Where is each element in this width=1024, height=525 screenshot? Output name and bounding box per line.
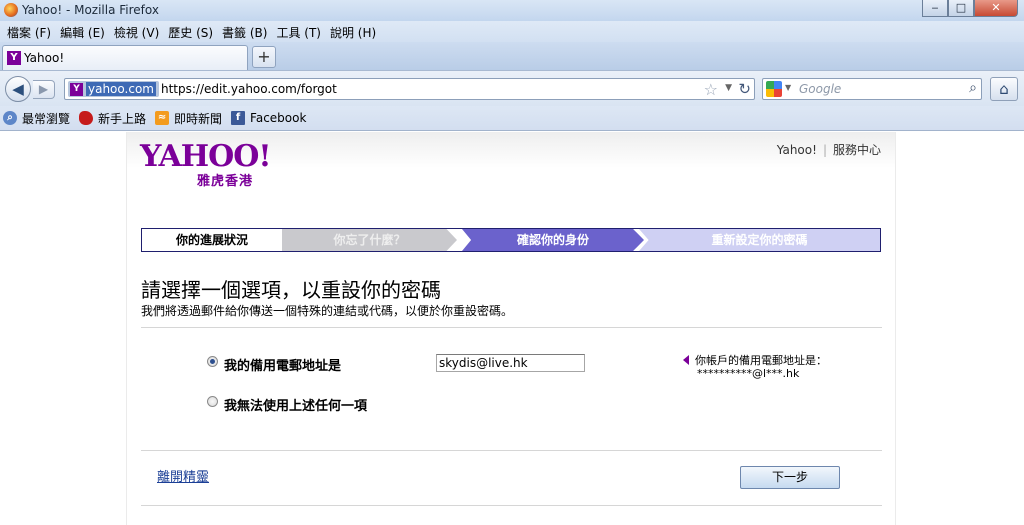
divider: [141, 505, 882, 506]
option-backup-email-label[interactable]: 我的備用電郵地址是: [224, 355, 341, 374]
menu-tools[interactable]: 工具 (T): [273, 21, 327, 42]
option-none-radio[interactable]: [207, 396, 218, 407]
maximize-button[interactable]: □: [948, 0, 974, 17]
window-title: Yahoo! - Mozilla Firefox: [22, 3, 159, 17]
google-engine-icon[interactable]: [766, 81, 782, 97]
back-button[interactable]: ◀: [5, 76, 31, 102]
progress-label: 你的進展狀況: [142, 229, 282, 251]
backup-email-field[interactable]: skydis@live.hk: [436, 354, 585, 372]
bookmark-label: 即時新聞: [174, 111, 223, 126]
new-tab-button[interactable]: +: [252, 46, 276, 68]
yahoo-site-icon: Y: [70, 82, 83, 96]
facebook-icon: f: [231, 111, 246, 125]
hint-title: 你帳戶的備用電郵地址是：: [695, 354, 827, 367]
window-title-bar: Yahoo! - Mozilla Firefox ‒ □ ✕: [0, 0, 1024, 21]
page-container: YAHOO! 雅虎香港 Yahoo! | 服務中心 你的進展狀況 你忘了什麼？ 確認…: [126, 132, 896, 525]
bookmarks-bar: ⌕ 最常瀏覽 新手上路 ≈ 即時新聞 f Facebook: [0, 106, 1024, 131]
menu-file[interactable]: 檔案 (F): [4, 21, 57, 42]
url-text[interactable]: https://edit.yahoo.com/forgot: [161, 82, 337, 96]
search-icon[interactable]: ⌕: [969, 80, 977, 96]
search-bar[interactable]: ▼ Google ⌕: [762, 78, 982, 100]
page-title: 請選擇一個選項，以重設你的密碼: [141, 278, 441, 302]
url-bar[interactable]: Y yahoo.com https://edit.yahoo.com/forgo…: [64, 78, 755, 100]
page-header: YAHOO! 雅虎香港 Yahoo! | 服務中心: [127, 132, 895, 192]
bookmark-label: 最常瀏覽: [22, 111, 71, 126]
divider: [141, 450, 882, 451]
home-button[interactable]: ⌂: [990, 77, 1018, 101]
search-input[interactable]: Google: [799, 82, 841, 96]
yahoo-logo[interactable]: YAHOO! 雅虎香港: [140, 139, 272, 190]
hint-masked-email: **********@l***.hk: [697, 367, 800, 380]
tab-yahoo[interactable]: Y Yahoo!: [2, 45, 248, 70]
menu-help[interactable]: 說明 (H): [327, 21, 382, 42]
site-identity-label: yahoo.com: [86, 82, 156, 96]
url-dropdown-icon[interactable]: ▼: [725, 83, 732, 93]
bookmark-facebook[interactable]: f Facebook: [231, 111, 306, 125]
menu-bar: 檔案 (F) 編輯 (E) 檢視 (V) 歷史 (S) 書籤 (B) 工具 (T…: [0, 21, 1024, 42]
help-center-link[interactable]: 服務中心: [833, 143, 881, 157]
bookmark-news[interactable]: ≈ 即時新聞: [155, 110, 222, 127]
exit-wizard-link[interactable]: 離開精靈: [157, 466, 209, 485]
progress-indicator: 你的進展狀況 你忘了什麼？ 確認你的身份 重新設定你的密碼: [141, 228, 881, 252]
yahoo-favicon-icon: Y: [7, 51, 21, 65]
next-button[interactable]: 下一步: [740, 466, 840, 489]
option-none-label[interactable]: 我無法使用上述任何一項: [224, 395, 367, 414]
menu-bookmarks[interactable]: 書籤 (B): [219, 21, 273, 42]
engine-dropdown-icon[interactable]: ▼: [785, 83, 791, 92]
firefox-bookmark-icon: [79, 111, 94, 125]
header-links: Yahoo! | 服務中心: [777, 141, 881, 158]
bookmark-getting-started[interactable]: 新手上路: [79, 110, 146, 127]
step-reset-password: 重新設定你的密碼: [639, 229, 880, 251]
menu-history[interactable]: 歷史 (S): [165, 21, 219, 42]
reload-icon[interactable]: ↻: [738, 80, 751, 98]
step-verify-identity: 確認你的身份: [462, 229, 644, 251]
divider: [141, 327, 882, 328]
page-content: YAHOO! 雅虎香港 Yahoo! | 服務中心 你的進展狀況 你忘了什麼？ 確認…: [0, 132, 1024, 525]
bookmark-label: 新手上路: [98, 111, 147, 126]
step-forgot: 你忘了什麼？: [282, 229, 457, 251]
bookmark-most-visited[interactable]: ⌕ 最常瀏覽: [3, 110, 70, 127]
option-backup-email-radio[interactable]: [207, 356, 218, 367]
navigation-bar: ◀ ▶ Y yahoo.com https://edit.yahoo.com/f…: [0, 70, 1024, 106]
logo-subtitle: 雅虎香港: [197, 174, 254, 189]
firefox-icon: [4, 3, 18, 17]
page-description: 我們將透過郵件給你傳送一個特殊的連結或代碼，以便於你重設密碼。: [141, 304, 514, 318]
menu-view[interactable]: 檢視 (V): [111, 21, 165, 42]
tab-strip: Y Yahoo! +: [0, 42, 1024, 70]
tab-label: Yahoo!: [24, 51, 65, 65]
bookmark-star-icon[interactable]: ☆: [704, 80, 718, 99]
site-identity-button[interactable]: Y yahoo.com: [68, 81, 159, 97]
hint-arrow-icon: [683, 355, 689, 365]
most-visited-icon: ⌕: [3, 111, 17, 125]
yahoo-home-link[interactable]: Yahoo!: [777, 143, 817, 157]
minimize-button[interactable]: ‒: [922, 0, 948, 17]
bookmark-label: Facebook: [250, 111, 307, 125]
close-button[interactable]: ✕: [974, 0, 1018, 17]
window-controls: ‒ □ ✕: [922, 0, 1018, 17]
link-separator: |: [822, 143, 827, 157]
forward-button[interactable]: ▶: [33, 80, 55, 99]
menu-edit[interactable]: 編輯 (E): [57, 21, 111, 42]
rss-icon: ≈: [155, 111, 170, 125]
logo-text: YAHOO!: [140, 139, 272, 174]
